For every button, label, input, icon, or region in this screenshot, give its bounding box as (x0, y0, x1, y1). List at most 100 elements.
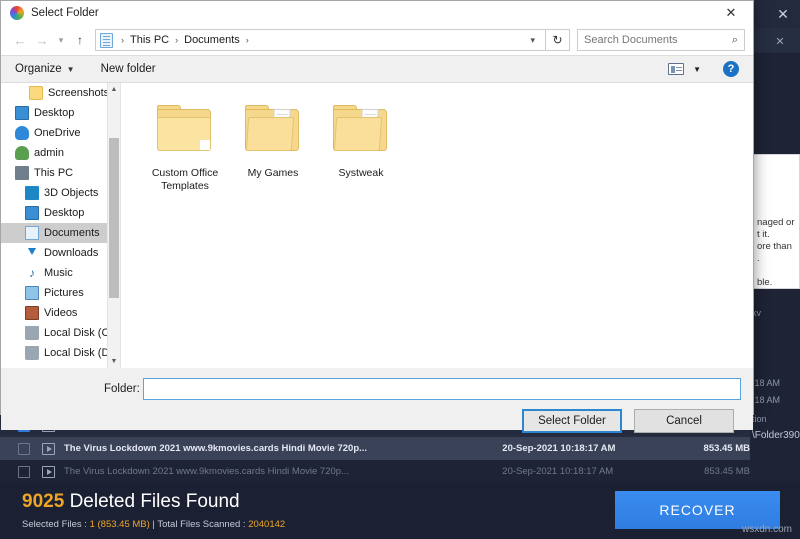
dialog-titlebar: Select Folder ✕ (1, 1, 753, 25)
music-icon: ♪ (29, 266, 35, 280)
dialog-toolbar: Organize ▼ New folder ▼ ? (1, 55, 753, 83)
tree-item-label: Desktop (44, 207, 85, 219)
tree-item-label: 3D Objects (44, 187, 99, 199)
organize-label: Organize (15, 63, 62, 75)
disk-icon (25, 326, 39, 340)
breadcrumb-sep: › (175, 35, 179, 45)
folder-item-custom-office-templates[interactable]: Custom Office Templates (141, 99, 229, 193)
chevron-down-icon[interactable]: ▼ (693, 65, 701, 74)
info-popup-panel: naged or t it. ore than . ble. (752, 154, 800, 289)
breadcrumb-this-pc[interactable]: This PC (128, 34, 171, 46)
scroll-down-icon[interactable]: ▼ (108, 355, 120, 368)
3d-objects-icon (25, 186, 39, 200)
documents-icon (25, 226, 39, 240)
status-bar: 9025 Deleted Files Found Selected Files … (0, 481, 800, 539)
dialog-title: Select Folder (31, 7, 99, 19)
recent-locations-icon[interactable]: ▾ (53, 29, 69, 51)
app-logo-icon (10, 6, 24, 20)
column-folder-path: \Folder390277 (752, 430, 800, 441)
tree-item-pictures[interactable]: Pictures (1, 283, 120, 303)
close-icon[interactable]: ✕ (766, 0, 800, 28)
tree-item-label: admin (34, 147, 64, 159)
scroll-up-icon[interactable]: ▲ (108, 83, 120, 96)
monitor-icon (15, 106, 29, 120)
search-icon: ⌕ (731, 33, 738, 46)
change-view-icon[interactable] (668, 63, 685, 75)
videos-icon (25, 306, 39, 320)
deleted-files-label: Deleted Files Found (69, 491, 240, 512)
folder-icon-closed (141, 99, 229, 163)
documents-icon (100, 32, 113, 48)
navigation-tree: Screenshots Desktop OneDrive admin This … (1, 83, 121, 368)
dialog-close-icon[interactable]: ✕ (709, 1, 753, 25)
folder-label: Systweak (338, 167, 384, 179)
folder-label: Custom Office Templates (151, 167, 219, 192)
column-location-header: tion (752, 414, 767, 424)
disk-icon (25, 346, 39, 360)
address-bar[interactable]: › This PC › Documents › ▾ (95, 29, 546, 51)
tree-scrollbar[interactable]: ▲ ▼ (107, 83, 120, 368)
tree-item-videos[interactable]: Videos (1, 303, 120, 323)
user-icon (15, 146, 29, 160)
up-icon[interactable]: ↑ (69, 29, 91, 51)
tree-item-label: Local Disk (C:) (44, 327, 117, 339)
dialog-footer: Folder: Select Folder Cancel (1, 368, 753, 433)
search-input[interactable]: Search Documents (584, 34, 678, 46)
folder-input[interactable] (143, 378, 741, 400)
breadcrumb-sep: › (245, 35, 249, 45)
chevron-down-icon: ▼ (66, 64, 75, 74)
row-checkbox[interactable] (18, 442, 30, 455)
tree-item-local-disk-d[interactable]: Local Disk (D:) (1, 343, 120, 363)
selected-files-value: 1 (853.45 MB) (89, 519, 150, 530)
file-date: 20-Sep-2021 10:18:17 AM (502, 466, 614, 477)
search-box[interactable]: Search Documents ⌕ (577, 29, 745, 51)
cancel-button[interactable]: Cancel (634, 409, 734, 433)
breadcrumb-documents[interactable]: Documents (182, 34, 242, 46)
pictures-icon (25, 286, 39, 300)
table-row[interactable]: The Virus Lockdown 2021 www.9kmovies.car… (0, 437, 750, 460)
watermark-text: wsxdn.com (741, 524, 792, 535)
tree-item-label: Videos (44, 307, 78, 319)
total-scanned-value: 2040142 (248, 519, 286, 530)
help-icon[interactable]: ? (723, 61, 739, 77)
chevron-down-icon[interactable]: ▾ (524, 35, 541, 46)
tree-item-onedrive[interactable]: OneDrive (1, 123, 120, 143)
tree-item-downloads[interactable]: Downloads (1, 243, 120, 263)
tree-item-admin[interactable]: admin (1, 143, 120, 163)
file-date: 20-Sep-2021 10:18:17 AM (502, 443, 616, 454)
deleted-files-found: 9025 Deleted Files Found (22, 491, 240, 513)
tree-item-music[interactable]: ♪ Music (1, 263, 120, 283)
tree-item-3d-objects[interactable]: 3D Objects (1, 183, 120, 203)
folder-item-systweak[interactable]: Systweak (317, 99, 405, 193)
selected-files-label: Selected Files : (22, 519, 90, 530)
back-icon[interactable]: ← (9, 29, 31, 51)
tree-item-label: Downloads (44, 247, 99, 259)
tree-item-desktop-pc[interactable]: Desktop (1, 203, 120, 223)
tree-item-documents[interactable]: Documents (1, 223, 120, 243)
forward-icon[interactable]: → (31, 29, 53, 51)
deleted-files-count: 9025 (22, 491, 65, 512)
subbar-close-icon[interactable]: ✕ (768, 28, 792, 54)
row-checkbox[interactable] (18, 465, 30, 478)
breadcrumb-sep: › (121, 35, 124, 45)
select-folder-button[interactable]: Select Folder (522, 409, 622, 433)
selection-summary: Selected Files : 1 (853.45 MB) | Total F… (22, 519, 285, 530)
monitor-icon (25, 206, 39, 220)
folder-grid-row: Custom Office Templates My Games Systwea… (141, 99, 753, 193)
tree-item-screenshots[interactable]: Screenshots (1, 83, 120, 103)
tree-item-label: This PC (34, 167, 74, 179)
tree-item-local-disk-c[interactable]: Local Disk (C:) (1, 323, 120, 343)
new-folder-button[interactable]: New folder (101, 63, 156, 75)
folder-icon-open (229, 99, 317, 163)
folder-item-my-games[interactable]: My Games (229, 99, 317, 193)
tree-item-desktop[interactable]: Desktop (1, 103, 120, 123)
folder-grid: Custom Office Templates My Games Systwea… (121, 83, 753, 368)
organize-button[interactable]: Organize ▼ (15, 63, 75, 75)
video-file-icon (42, 442, 55, 455)
tree-item-label: Screenshots (48, 87, 110, 99)
scrollbar-thumb[interactable] (109, 138, 119, 298)
refresh-icon[interactable]: ↻ (546, 29, 570, 51)
table-row[interactable]: The Virus Lockdown 2021 www.9kmovies.car… (0, 460, 750, 483)
video-file-icon (42, 465, 55, 478)
tree-item-this-pc[interactable]: This PC (1, 163, 120, 183)
